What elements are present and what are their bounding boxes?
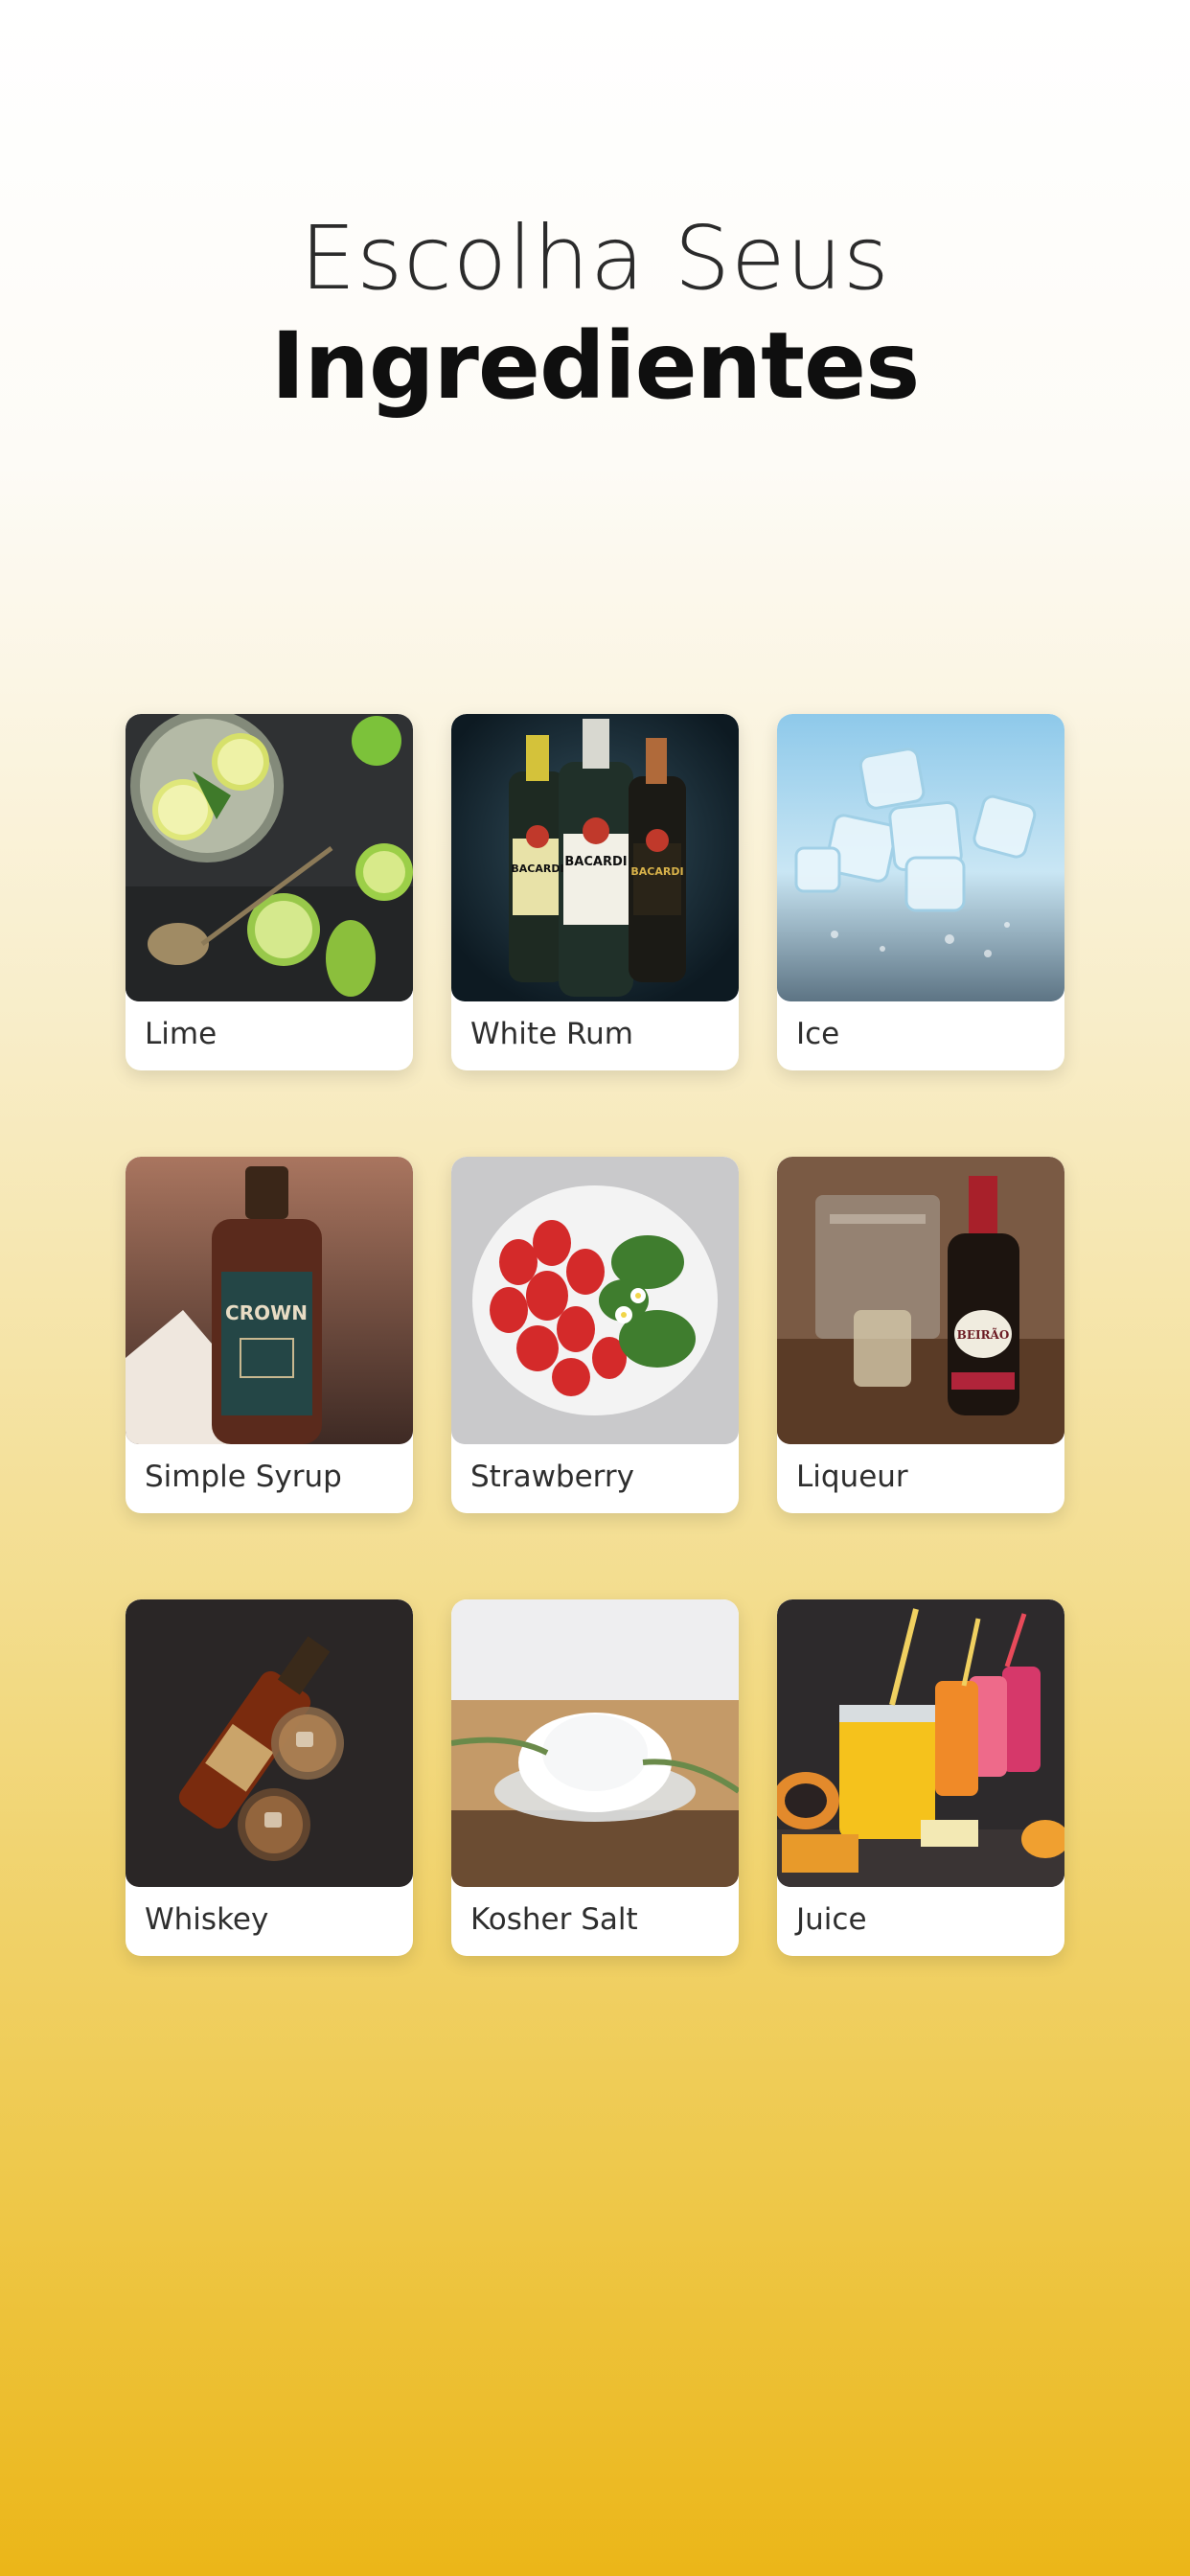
ingredient-card-liqueur[interactable]: BEIRÃO Liqueur — [777, 1157, 1064, 1513]
svg-text:BACARDI: BACARDI — [511, 862, 563, 875]
ingredient-card-ice[interactable]: Ice — [777, 714, 1064, 1070]
ingredient-card-whiskey[interactable]: Whiskey — [126, 1599, 413, 1956]
page-title-line2: Ingredientes — [270, 312, 920, 420]
ingredient-label: Liqueur — [796, 1460, 908, 1494]
kosher-salt-bowl-photo — [451, 1599, 739, 1887]
ingredient-card-kosher-salt[interactable]: Kosher Salt — [451, 1599, 739, 1956]
liqueur-bottle-photo: BEIRÃO — [777, 1157, 1064, 1444]
ingredient-card-simple-syrup[interactable]: CROWN Simple Syrup — [126, 1157, 413, 1513]
ingredient-grid: Lime BACARDI BACARDI BACARDI White Rum I… — [126, 714, 1064, 1956]
lime-photo — [126, 714, 413, 1001]
page-title: Escolha Seus Ingredientes — [0, 206, 1190, 422]
ingredient-card-strawberry[interactable]: Strawberry — [451, 1157, 739, 1513]
ice-cubes-photo — [777, 714, 1064, 1001]
ingredient-label: Simple Syrup — [145, 1460, 342, 1494]
page-title-line1: Escolha Seus — [300, 207, 890, 310]
ingredient-label: Lime — [145, 1017, 217, 1051]
svg-text:CROWN: CROWN — [225, 1301, 308, 1324]
ingredient-card-white-rum[interactable]: BACARDI BACARDI BACARDI White Rum — [451, 714, 739, 1070]
simple-syrup-bottle-photo: CROWN — [126, 1157, 413, 1444]
ingredients-screen: { "header": { "title_line1": "Escolha Se… — [0, 0, 1190, 2576]
svg-text:BACARDI: BACARDI — [630, 865, 683, 878]
ingredient-label: Whiskey — [145, 1902, 269, 1937]
strawberry-bowl-photo — [451, 1157, 739, 1444]
ingredient-label: White Rum — [470, 1017, 633, 1051]
ingredient-label: Ice — [796, 1017, 840, 1051]
svg-text:BEIRÃO: BEIRÃO — [957, 1327, 1010, 1342]
whiskey-bottle-photo — [126, 1599, 413, 1887]
ingredient-card-lime[interactable]: Lime — [126, 714, 413, 1070]
ingredient-label: Strawberry — [470, 1460, 634, 1494]
ingredient-label: Juice — [796, 1902, 867, 1937]
juice-jars-photo — [777, 1599, 1064, 1887]
ingredient-label: Kosher Salt — [470, 1902, 638, 1937]
svg-text:BACARDI: BACARDI — [564, 855, 627, 869]
ingredient-card-juice[interactable]: Juice — [777, 1599, 1064, 1956]
white-rum-bottles-photo: BACARDI BACARDI BACARDI — [451, 714, 739, 1001]
